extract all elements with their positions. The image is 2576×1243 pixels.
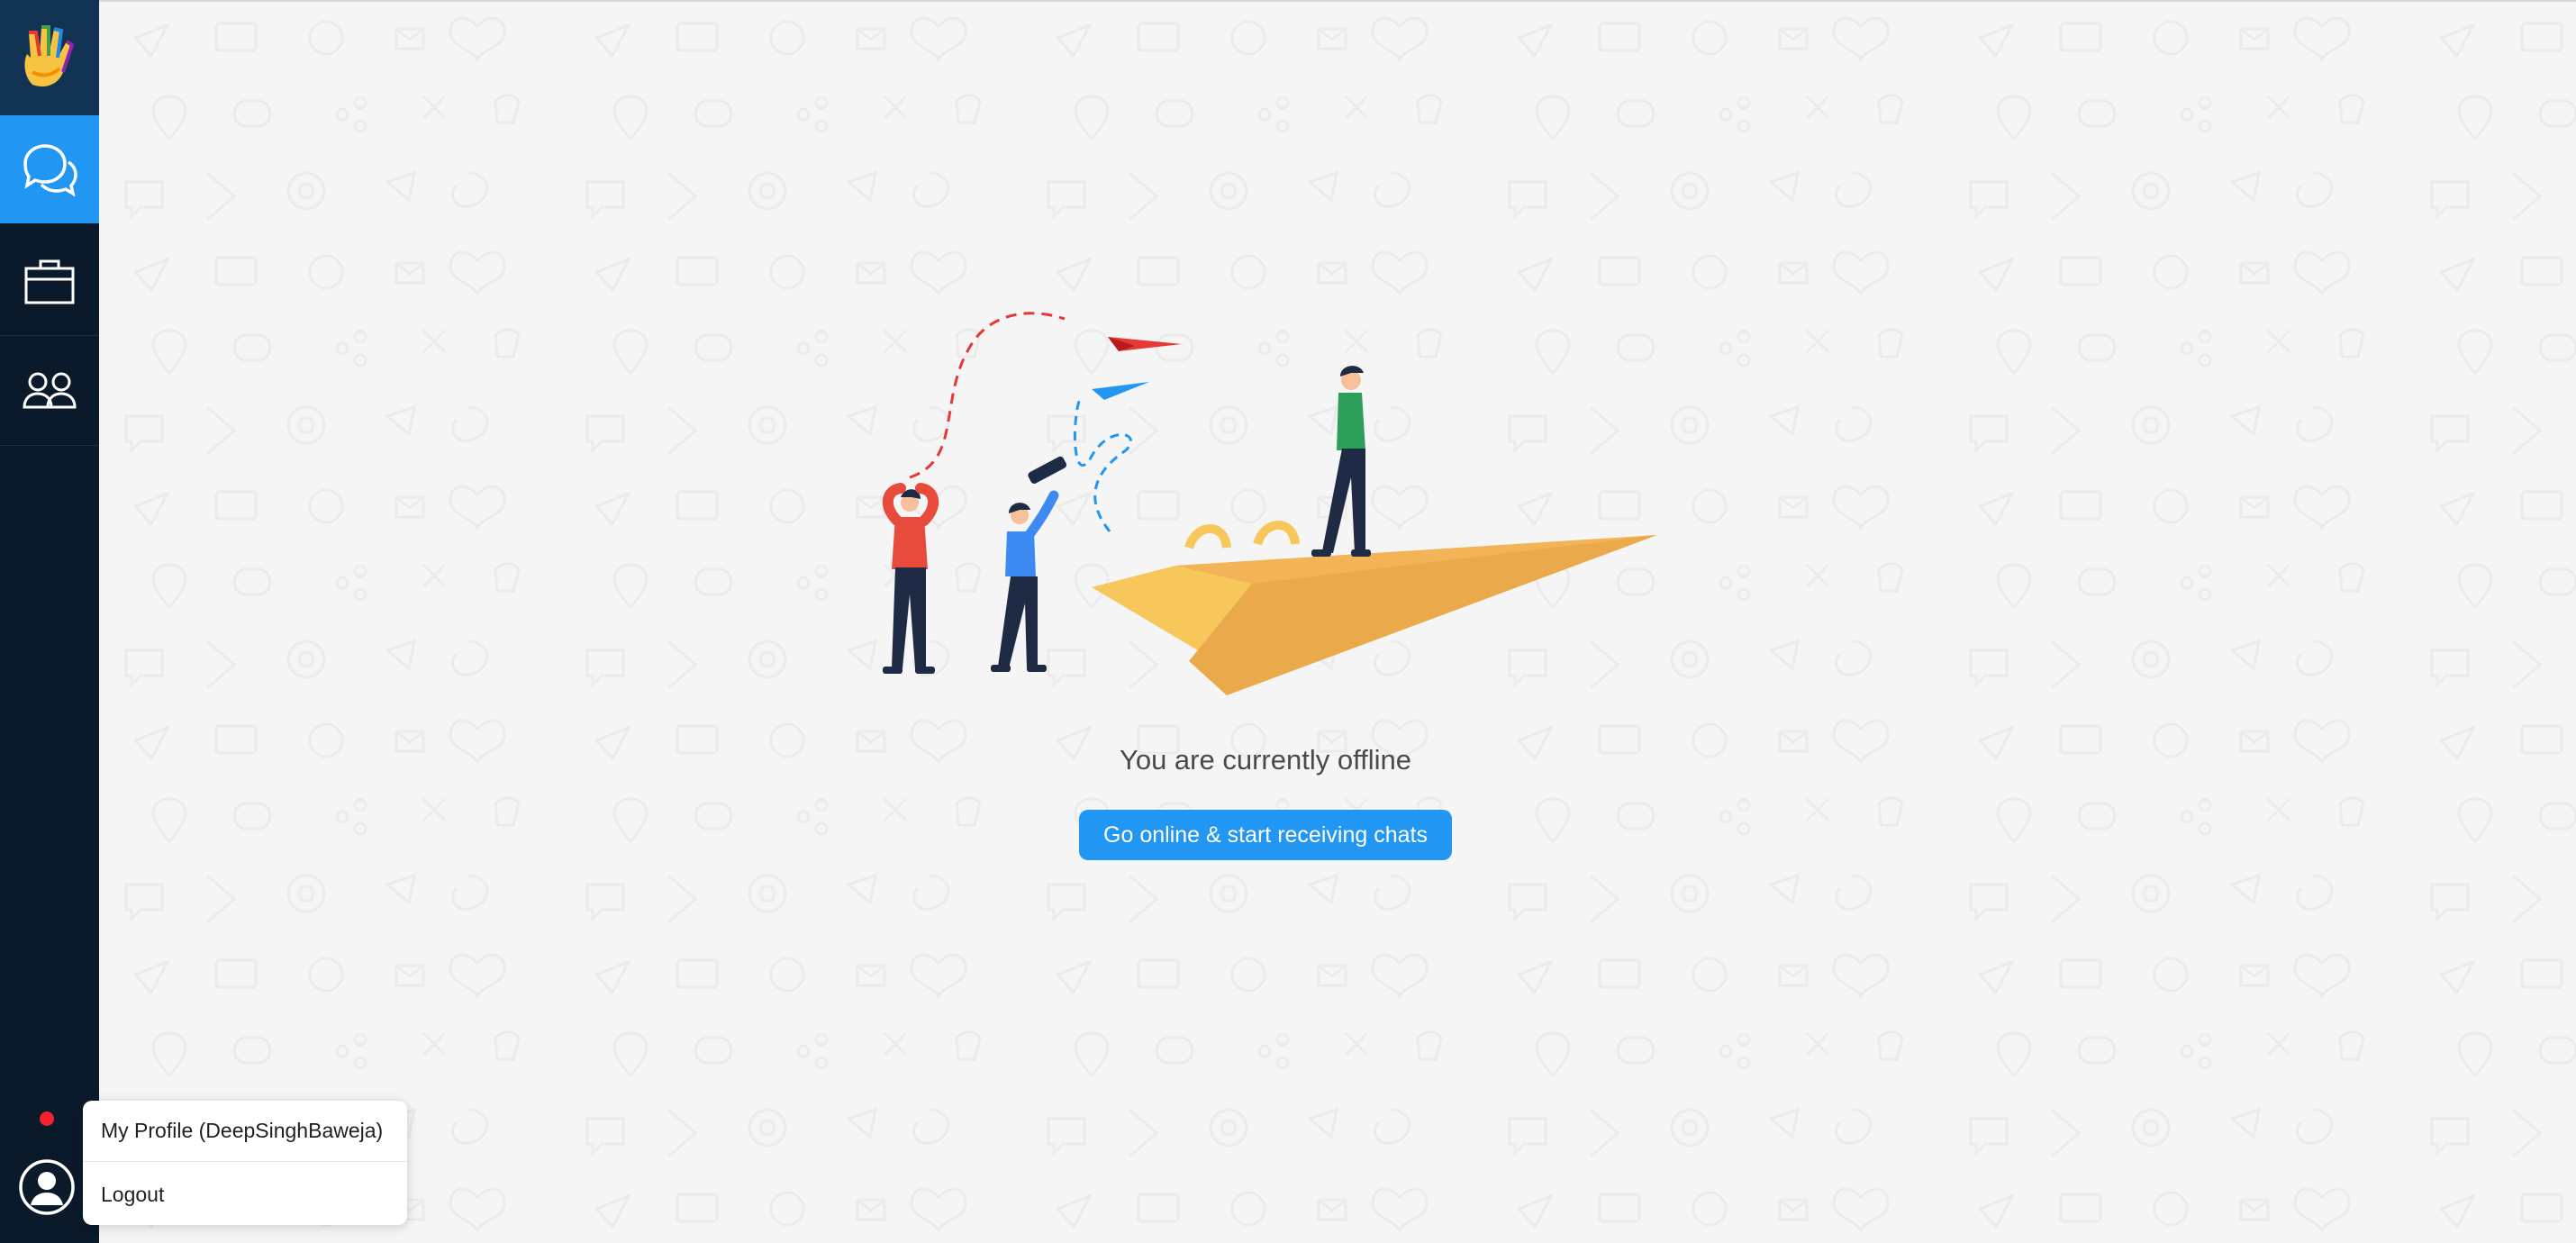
avatar[interactable] — [18, 1158, 76, 1216]
go-online-button[interactable]: Go online & start receiving chats — [1079, 810, 1452, 860]
briefcase-icon — [24, 259, 75, 304]
user-avatar-icon — [19, 1159, 75, 1215]
chat-bubbles-icon — [23, 144, 77, 196]
offline-status-dot — [40, 1111, 54, 1126]
logo[interactable] — [0, 0, 99, 115]
offline-message: You are currently offline — [1120, 744, 1411, 776]
sidebar-item-team[interactable] — [0, 337, 99, 446]
people-icon — [23, 372, 77, 409]
sidebar — [0, 0, 99, 1243]
menu-item-my-profile[interactable]: My Profile (DeepSinghBaweja) — [83, 1101, 407, 1162]
hand-logo-icon — [24, 25, 75, 87]
menu-item-logout[interactable]: Logout — [83, 1164, 407, 1225]
profile-menu: My Profile (DeepSinghBaweja) Logout — [83, 1101, 407, 1225]
offline-illustration — [883, 312, 1657, 695]
sidebar-item-jobs[interactable] — [0, 227, 99, 336]
sidebar-item-chats[interactable] — [0, 115, 99, 223]
